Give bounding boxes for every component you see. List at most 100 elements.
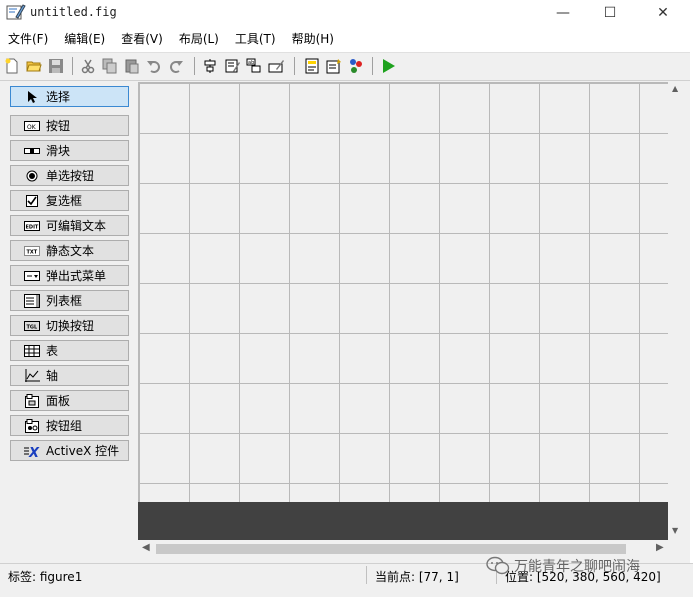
window-title: untitled.fig xyxy=(30,5,117,19)
layout-grid-canvas[interactable] xyxy=(138,82,668,502)
object-browser-icon[interactable] xyxy=(346,56,366,76)
palette-label: 静态文本 xyxy=(46,244,95,258)
palette-pushbutton-button[interactable]: OK 按钮 xyxy=(10,115,129,136)
scroll-left-icon[interactable]: ◀ xyxy=(142,542,150,553)
new-file-icon[interactable] xyxy=(2,56,22,76)
palette-label: 弹出式菜单 xyxy=(46,269,107,283)
checkbox-icon xyxy=(24,194,40,208)
panel-icon xyxy=(24,393,40,408)
vertical-scrollbar[interactable]: ▲ ▼ xyxy=(668,82,685,540)
palette-popup-menu-button[interactable]: 弹出式菜单 xyxy=(10,265,129,286)
toolbar-editor-icon[interactable] xyxy=(266,56,286,76)
toolbar-separator xyxy=(194,57,195,75)
popup-menu-icon xyxy=(24,269,40,283)
redo-icon[interactable] xyxy=(166,56,186,76)
palette-label: 滑块 xyxy=(46,144,71,158)
palette-label: 可编辑文本 xyxy=(46,219,107,233)
cut-icon[interactable] xyxy=(78,56,98,76)
canvas-boundary-area xyxy=(138,502,668,540)
paste-icon[interactable] xyxy=(122,56,142,76)
menu-bar: 文件(F) 编辑(E) 查看(V) 布局(L) 工具(T) 帮助(H) xyxy=(0,26,690,53)
watermark: 万能青年之聊吧闹海 xyxy=(486,555,676,577)
watermark-text: 万能青年之聊吧闹海 xyxy=(514,559,640,575)
activex-icon: X xyxy=(24,444,40,458)
toolbar-separator xyxy=(294,57,295,75)
palette-label: 轴 xyxy=(46,369,59,383)
status-separator xyxy=(366,566,367,584)
wechat-logo-icon xyxy=(486,556,510,576)
status-tag: 标签: figure1 xyxy=(8,570,83,584)
arrow-cursor-icon xyxy=(24,90,40,104)
svg-text:OK: OK xyxy=(27,124,37,131)
palette-panel-button[interactable]: 面板 xyxy=(10,390,129,411)
toolbar-separator xyxy=(72,57,73,75)
palette-button-group-button[interactable]: 按钮组 xyxy=(10,415,129,436)
palette-axes-button[interactable]: 轴 xyxy=(10,365,129,386)
menu-help[interactable]: 帮助(H) xyxy=(284,26,342,52)
menu-layout[interactable]: 布局(L) xyxy=(171,26,227,52)
palette-label: 单选按钮 xyxy=(46,169,95,183)
scroll-down-icon[interactable]: ▼ xyxy=(672,526,678,535)
edit-text-icon: EDIT xyxy=(24,219,40,233)
palette-label: ActiveX 控件 xyxy=(46,444,120,458)
menu-edit[interactable]: 编辑(E) xyxy=(56,26,113,52)
editor-icon[interactable] xyxy=(302,56,322,76)
svg-text:EDIT: EDIT xyxy=(26,224,39,230)
menu-tools[interactable]: 工具(T) xyxy=(227,26,284,52)
undo-icon[interactable] xyxy=(144,56,164,76)
copy-icon[interactable] xyxy=(100,56,120,76)
run-icon[interactable] xyxy=(378,56,398,76)
scroll-up-icon[interactable]: ▲ xyxy=(672,84,678,93)
property-inspector-icon[interactable] xyxy=(324,56,344,76)
horizontal-scroll-thumb[interactable] xyxy=(156,544,626,554)
palette-static-text-button[interactable]: TXT 静态文本 xyxy=(10,240,129,261)
toggle-button-icon: TGL xyxy=(24,319,40,333)
toolbar-separator xyxy=(372,57,373,75)
palette-label: 面板 xyxy=(46,394,71,408)
maximize-button[interactable]: ☐ xyxy=(587,0,633,26)
listbox-icon xyxy=(24,293,40,308)
table-icon xyxy=(24,344,40,358)
pushbutton-icon: OK xyxy=(24,119,40,133)
toolbar: ab xyxy=(0,53,690,81)
scroll-right-icon[interactable]: ▶ xyxy=(656,542,664,553)
tab-order-icon[interactable]: ab xyxy=(244,56,264,76)
palette-toggle-button[interactable]: TGL 切换按钮 xyxy=(10,315,129,336)
button-group-icon xyxy=(24,418,40,433)
palette-label: 切换按钮 xyxy=(46,319,95,333)
svg-text:TGL: TGL xyxy=(27,324,39,330)
axes-icon xyxy=(24,368,40,383)
palette-label: 选择 xyxy=(46,90,71,104)
menu-view[interactable]: 查看(V) xyxy=(113,26,171,52)
minimize-button[interactable]: — xyxy=(540,0,586,26)
palette-radio-button[interactable]: 单选按钮 xyxy=(10,165,129,186)
palette-slider-button[interactable]: 滑块 xyxy=(10,140,129,161)
palette-listbox-button[interactable]: 列表框 xyxy=(10,290,129,311)
radio-button-icon xyxy=(24,169,40,183)
title-bar: untitled.fig — ☐ ✕ xyxy=(0,0,693,26)
palette-table-button[interactable]: 表 xyxy=(10,340,129,361)
svg-text:X: X xyxy=(28,446,40,458)
status-current-point: 当前点: [77, 1] xyxy=(375,570,459,584)
palette-label: 复选框 xyxy=(46,194,83,208)
window-bottom-border xyxy=(0,585,693,597)
static-text-icon: TXT xyxy=(24,244,40,258)
open-folder-icon[interactable] xyxy=(24,56,44,76)
align-icon[interactable] xyxy=(200,56,220,76)
palette-label: 列表框 xyxy=(46,294,83,308)
palette-label: 按钮 xyxy=(46,119,71,133)
close-button[interactable]: ✕ xyxy=(640,0,686,26)
svg-text:TXT: TXT xyxy=(27,249,38,255)
palette-label: 按钮组 xyxy=(46,419,83,433)
slider-icon xyxy=(24,144,40,158)
palette-edit-text-button[interactable]: EDIT 可编辑文本 xyxy=(10,215,129,236)
palette-activex-button[interactable]: X ActiveX 控件 xyxy=(10,440,129,461)
palette-label: 表 xyxy=(46,344,59,358)
palette-checkbox-button[interactable]: 复选框 xyxy=(10,190,129,211)
menu-editor-icon[interactable] xyxy=(222,56,242,76)
svg-text:ab: ab xyxy=(248,60,254,66)
figure-app-icon xyxy=(6,3,26,21)
menu-file[interactable]: 文件(F) xyxy=(0,26,56,52)
palette-select-button[interactable]: 选择 xyxy=(10,86,129,107)
save-icon[interactable] xyxy=(46,56,66,76)
